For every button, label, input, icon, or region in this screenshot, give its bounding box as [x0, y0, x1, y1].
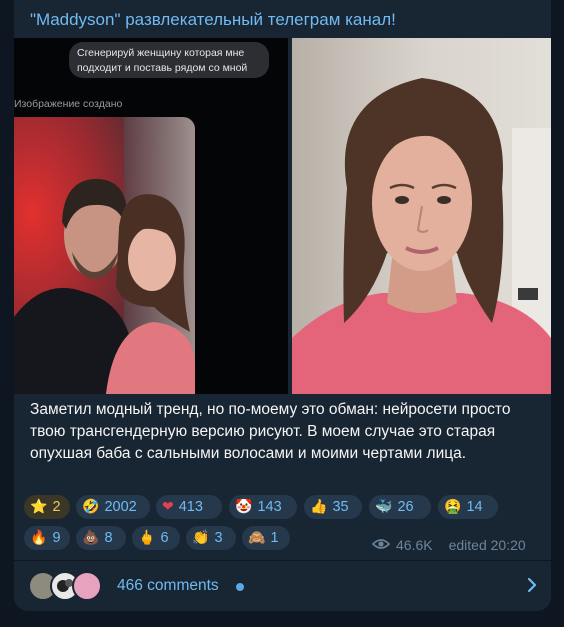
reaction-count: 3 — [214, 530, 223, 546]
reaction-count: 35 — [332, 499, 349, 515]
reaction-count: 2 — [52, 499, 61, 515]
middle-finger-icon: 🖕 — [138, 530, 156, 546]
whale-icon: 🐳 — [375, 499, 393, 515]
reaction-rofl[interactable]: 🤣 2002 — [76, 495, 150, 519]
reaction-count: 2002 — [104, 499, 137, 515]
vomit-emoji-icon: 🤮 — [444, 499, 462, 515]
photo-portrait[interactable] — [292, 38, 551, 394]
poop-icon: 💩 — [82, 530, 100, 546]
star-icon: ⭐ — [30, 499, 48, 515]
image-created-label: Изображение создано — [14, 98, 123, 110]
reaction-middle-finger[interactable]: 🖕 6 — [132, 526, 180, 550]
reaction-count: 143 — [257, 499, 282, 515]
photo-album: Сгенерируй женщину которая мне подходит … — [14, 38, 551, 394]
post-meta: 46.6K edited 20:20 — [371, 537, 526, 553]
channel-post-card: "Maddyson" развлекательный телеграм кана… — [14, 0, 551, 611]
rofl-emoji-icon: 🤣 — [82, 499, 100, 515]
post-caption: Заметил модный тренд, но по-моему это об… — [30, 401, 511, 462]
reaction-whale[interactable]: 🐳 26 — [369, 495, 431, 519]
unread-dot-icon — [236, 583, 244, 591]
thumbs-up-icon: 👍 — [310, 499, 328, 515]
clown-emoji-icon: 🤡 — [235, 499, 253, 515]
comments-button[interactable]: 466 comments — [14, 561, 551, 611]
reaction-count: 413 — [178, 499, 203, 515]
prompt-bubble: Сгенерируй женщину которая мне подходит … — [69, 42, 269, 78]
reaction-thumbs-up[interactable]: 👍 35 — [304, 495, 362, 519]
reaction-see-no-evil[interactable]: 🙈 1 — [242, 526, 290, 550]
channel-title[interactable]: "Maddyson" развлекательный телеграм кана… — [30, 10, 396, 30]
reaction-fire[interactable]: 🔥 9 — [24, 526, 70, 550]
heart-icon: ❤ — [162, 499, 174, 515]
reaction-count: 8 — [104, 530, 113, 546]
reaction-clap[interactable]: 👏 3 — [186, 526, 236, 550]
clap-icon: 👏 — [192, 530, 210, 546]
comments-count-label: 466 comments — [117, 577, 219, 594]
eye-icon — [371, 537, 391, 553]
photo-generated-screenshot[interactable]: Сгенерируй женщину которая мне подходит … — [14, 38, 288, 394]
reaction-count: 9 — [52, 530, 61, 546]
reaction-count: 6 — [160, 530, 169, 546]
reaction-clown[interactable]: 🤡 143 — [229, 495, 297, 519]
reaction-poop[interactable]: 💩 8 — [76, 526, 126, 550]
see-no-evil-monkey-icon: 🙈 — [248, 530, 266, 546]
reaction-count: 1 — [270, 530, 279, 546]
generated-couple-photo — [14, 117, 195, 394]
reaction-star[interactable]: ⭐ 2 — [24, 495, 70, 519]
commenter-avatars — [28, 571, 108, 601]
reaction-heart[interactable]: ❤ 413 — [156, 495, 222, 519]
view-count: 46.6K — [396, 537, 433, 553]
fire-icon: 🔥 — [30, 530, 48, 546]
avatar — [72, 571, 102, 601]
reaction-count: 14 — [466, 499, 483, 515]
reaction-count: 26 — [397, 499, 414, 515]
edited-timestamp: edited 20:20 — [448, 537, 526, 553]
chevron-right-icon — [527, 577, 537, 598]
reaction-vomit[interactable]: 🤮 14 — [438, 495, 498, 519]
